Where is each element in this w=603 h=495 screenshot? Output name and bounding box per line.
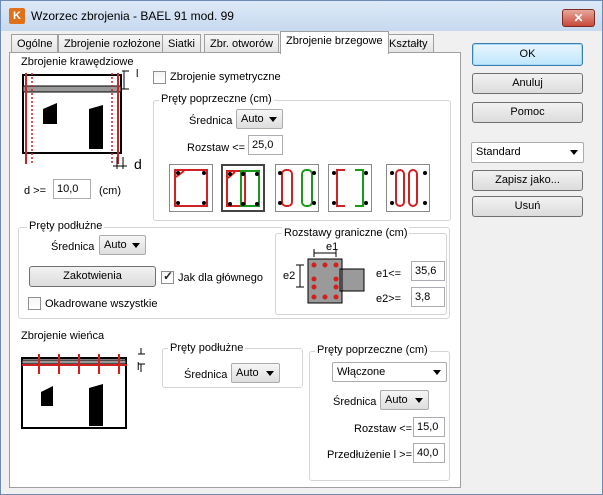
rebar-shape-option-1[interactable]: [169, 164, 213, 212]
d-unit-label: (cm): [99, 185, 121, 197]
e1-dim-label: e1: [326, 241, 339, 253]
help-button[interactable]: Pomoc: [472, 102, 583, 123]
e2-dim-label: e2: [283, 270, 296, 282]
title-bar: K Wzorzec zbrojenia - BAEL 91 mod. 99 ✕: [1, 1, 602, 31]
extension-label: Przedłużenie l >=: [327, 449, 412, 461]
main-like-checkbox[interactable]: [161, 269, 174, 284]
stirrup-triple-icon: [390, 169, 427, 207]
main-like-label: Jak dla głównego: [178, 272, 264, 284]
transverse-bars-title: Pręty poprzeczne (cm): [159, 93, 274, 105]
rebar-shape-option-2[interactable]: [221, 164, 265, 212]
ok-button[interactable]: OK: [472, 43, 583, 66]
e2-min-field[interactable]: 3,8: [411, 287, 445, 307]
save-as-button[interactable]: Zapisz jako...: [472, 170, 583, 191]
extension-field[interactable]: 40,0: [413, 443, 445, 463]
e2-min-label: e2>=: [376, 293, 402, 305]
transverse-spacing-field[interactable]: 25,0: [248, 135, 283, 155]
delete-button[interactable]: Usuń: [472, 196, 583, 217]
ring-transverse-spacing-field[interactable]: 15,0: [413, 417, 445, 437]
ring-transverse-diameter-label: Średnica: [333, 396, 377, 408]
d-min-field[interactable]: 10,0: [53, 179, 91, 199]
tab-ksztalty[interactable]: Kształty: [383, 34, 434, 53]
transverse-diameter-label: Średnica: [189, 115, 233, 127]
transverse-diameter-select[interactable]: Auto: [236, 109, 283, 129]
ring-beam-dim-l-label: l: [137, 361, 140, 373]
framed-all-checkbox[interactable]: [28, 297, 41, 310]
symmetric-checkbox[interactable]: [153, 71, 166, 84]
chevron-down-icon: [269, 117, 277, 122]
dialog-window: K Wzorzec zbrojenia - BAEL 91 mod. 99 ✕ …: [0, 0, 603, 495]
framed-all-label: Okadrowane wszystkie: [45, 298, 158, 310]
symmetric-label: Zbrojenie symetryczne: [170, 71, 281, 83]
longitudinal-diameter-label: Średnica: [51, 241, 95, 253]
ring-longitudinal-diameter-select[interactable]: Auto: [231, 363, 280, 383]
tab-zbrojenie-rozlozone[interactable]: Zbrojenie rozłożone: [58, 34, 167, 53]
ring-transverse-diameter-value: Auto: [385, 394, 408, 406]
ring-transverse-mode-select[interactable]: Włączone: [332, 362, 447, 382]
cancel-button[interactable]: Anuluj: [472, 73, 583, 94]
transverse-diameter-value: Auto: [241, 113, 264, 125]
rebar-shape-option-4[interactable]: [328, 164, 372, 212]
preset-select[interactable]: Standard: [471, 142, 584, 163]
ring-transverse-spacing-label: Rozstaw <=: [354, 423, 413, 435]
chevron-down-icon: [132, 243, 140, 248]
ring-longitudinal-diameter-label: Średnica: [184, 369, 228, 381]
anchorage-button[interactable]: Zakotwienia: [29, 266, 156, 287]
app-logo-icon: K: [9, 8, 25, 24]
ring-beam-diagram: [21, 348, 145, 429]
chevron-down-icon: [266, 371, 274, 376]
ring-transverse-title: Pręty poprzeczne (cm): [315, 344, 430, 356]
ring-longitudinal-diameter-value: Auto: [236, 367, 259, 379]
edge-dim-d-label: d: [134, 156, 142, 172]
rebar-shape-option-5[interactable]: [386, 164, 430, 212]
stirrup-pair-icon: [278, 169, 316, 207]
preset-value: Standard: [476, 146, 521, 158]
chevron-down-icon: [415, 398, 423, 403]
ring-beam-title: Zbrojenie wieńca: [19, 330, 107, 342]
e1-max-field[interactable]: 35,6: [411, 261, 445, 281]
edge-reinforcement-title: Zbrojenie krawędziowe: [19, 56, 136, 68]
chevron-down-icon: [433, 370, 441, 375]
d-min-label: d >=: [24, 185, 47, 197]
transverse-spacing-label: Rozstaw <=: [187, 142, 246, 154]
ring-transverse-diameter-select[interactable]: Auto: [380, 390, 429, 410]
ring-transverse-mode-value: Włączone: [337, 366, 386, 378]
window-title: Wzorzec zbrojenia - BAEL 91 mod. 99: [31, 9, 234, 23]
boundary-spacing-title: Rozstawy graniczne (cm): [282, 227, 410, 239]
edge-dim-l-label: l: [136, 68, 139, 80]
longitudinal-bars-title: Pręty podłużne: [27, 220, 105, 232]
edge-reinforcement-diagram: [22, 70, 129, 169]
stirrup-closed-icon: [174, 169, 208, 207]
chevron-down-icon: [570, 150, 578, 155]
ring-longitudinal-title: Pręty podłużne: [168, 342, 246, 354]
tab-siatki[interactable]: Siatki: [162, 34, 201, 53]
stirrup-double-icon: [226, 170, 260, 207]
tab-zbrojenie-brzegowe[interactable]: Zbrojenie brzegowe: [280, 31, 389, 54]
stirrup-open-icon: [332, 169, 368, 207]
longitudinal-diameter-value: Auto: [104, 239, 127, 251]
longitudinal-diameter-select[interactable]: Auto: [99, 235, 146, 255]
e1-max-label: e1<=: [376, 268, 402, 280]
tab-zbr-otworow[interactable]: Zbr. otworów: [204, 34, 279, 53]
rebar-shape-option-3[interactable]: [275, 164, 319, 212]
close-button[interactable]: ✕: [562, 9, 595, 27]
tab-ogolne[interactable]: Ogólne: [11, 34, 59, 53]
